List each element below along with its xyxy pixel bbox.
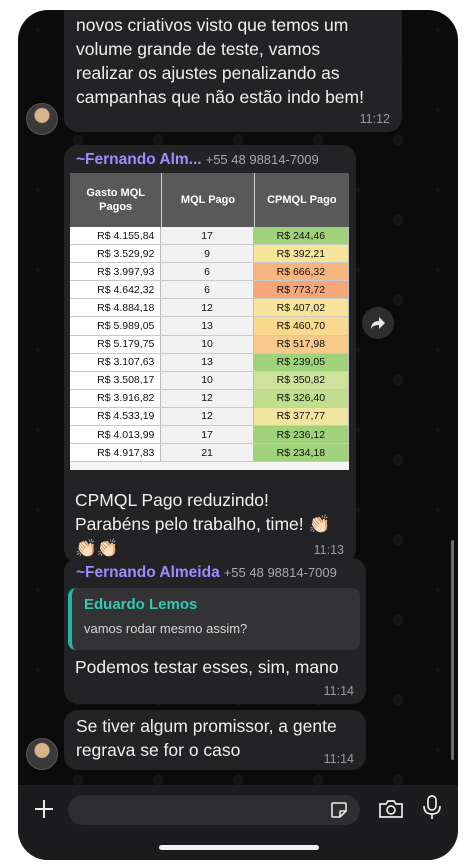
message-line: realizar os ajustes penalizando as — [76, 63, 340, 83]
attach-button[interactable] — [32, 797, 56, 821]
table-cell: 17 — [161, 227, 254, 245]
table-row: R$ 5.989,05 13 R$ 460,70 — [70, 317, 349, 336]
mic-button[interactable] — [422, 795, 442, 821]
chat-screen: novos criativos visto que temos um volum… — [18, 10, 458, 860]
message-time: 11:14 — [323, 752, 354, 766]
quoted-sender: Eduardo Lemos — [84, 596, 198, 613]
table-row: R$ 3.997,93 6 R$ 666,32 — [70, 263, 349, 282]
table-cell: R$ 666,32 — [253, 263, 349, 281]
table-cell: 12 — [161, 407, 254, 426]
message-line: Se tiver algum promissor, a gente — [76, 716, 337, 736]
table-cell: 21 — [161, 444, 254, 462]
table-cell: R$ 3.107,63 — [70, 353, 162, 371]
sticker-button[interactable] — [330, 801, 348, 819]
table-cell: R$ 236,12 — [253, 426, 349, 444]
table-cell: R$ 517,98 — [253, 335, 349, 353]
table-cell: R$ 460,70 — [253, 317, 349, 335]
table-cell: R$ 326,40 — [253, 389, 349, 407]
table-cell: R$ 3.529,92 — [70, 245, 162, 263]
table-cell: 17 — [161, 426, 254, 444]
table-row: R$ 4.884,18 12 R$ 407,02 — [70, 299, 349, 318]
table-row: R$ 3.107,63 13 R$ 239,05 — [70, 353, 349, 372]
table-cell: 9 — [161, 245, 254, 263]
microphone-icon — [423, 795, 441, 819]
table-cell: R$ 3.508,17 — [70, 371, 162, 389]
scrollbar[interactable] — [451, 540, 454, 760]
table-row: R$ 4.533,19 12 R$ 377,77 — [70, 407, 349, 427]
table-cell: R$ 5.179,75 — [70, 335, 162, 353]
message-time: 11:13 — [313, 543, 344, 557]
table-row: R$ 4.642,32 6 R$ 773,72 — [70, 281, 349, 300]
sender-phone: +55 48 98814-7009 — [205, 152, 319, 167]
message-line: campanhas que não estão indo bem! — [76, 87, 364, 107]
table-cell: 13 — [161, 317, 254, 335]
column-header: MQL Pago — [162, 173, 255, 227]
table-cell: R$ 392,21 — [253, 245, 349, 263]
sender-phone: +55 48 98814-7009 — [223, 565, 337, 580]
table-header: Gasto MQL Pagos MQL Pago CPMQL Pago — [70, 173, 349, 227]
forward-icon — [371, 317, 385, 329]
table-cell: R$ 3.997,93 — [70, 263, 162, 281]
table-cell: R$ 4.533,19 — [70, 407, 162, 426]
column-header: CPMQL Pago — [267, 194, 337, 206]
quoted-message[interactable]: Eduardo Lemos vamos rodar mesmo assim? — [68, 588, 360, 650]
camera-button[interactable] — [378, 798, 404, 820]
table-cell: R$ 377,77 — [253, 407, 349, 426]
table-row: R$ 4.155,84 17 R$ 244,46 — [70, 227, 349, 246]
table-cell: 6 — [161, 263, 254, 281]
table-cell: 12 — [161, 299, 254, 317]
table-cell: 10 — [161, 335, 254, 353]
table-cell: R$ 4.884,18 — [70, 299, 162, 317]
caption-line: 👏🏻👏🏻 — [75, 538, 119, 558]
table-cell: 12 — [161, 389, 254, 407]
column-header: Gasto MQL Pagos — [70, 173, 163, 227]
table-cell: R$ 4.155,84 — [70, 227, 162, 245]
table-cell: R$ 244,46 — [253, 227, 349, 245]
message-line: novos criativos visto que temos um — [76, 15, 349, 35]
caption-line: Parabéns pelo trabalho, time! 👏🏻 — [75, 514, 331, 534]
table-body: R$ 4.155,84 17 R$ 244,46 R$ 3.529,92 9 R$ 392… — [70, 227, 349, 463]
forward-button[interactable] — [362, 307, 394, 339]
table-cell: 13 — [161, 353, 254, 371]
message-bubble-4[interactable]: Se tiver algum promissor, a gente regrav… — [64, 710, 366, 770]
table-cell: 6 — [161, 281, 254, 299]
avatar[interactable] — [26, 738, 58, 770]
plus-icon — [35, 800, 53, 818]
table-cell: R$ 4.013,99 — [70, 426, 162, 444]
quoted-text: vamos rodar mesmo assim? — [84, 621, 248, 636]
table-cell: R$ 773,72 — [253, 281, 349, 299]
table-row: R$ 3.529,92 9 R$ 392,21 — [70, 245, 349, 264]
table-image[interactable]: Gasto MQL Pagos MQL Pago CPMQL Pago R$ 4… — [70, 173, 349, 470]
message-time: 11:12 — [359, 112, 390, 126]
table-row: R$ 4.917,83 21 R$ 234,18 — [70, 444, 349, 463]
table-cell: R$ 3.916,82 — [70, 389, 162, 407]
table-cell: R$ 350,82 — [253, 371, 349, 389]
table-cell: R$ 234,18 — [253, 444, 349, 462]
compose-bar — [18, 785, 458, 860]
message-line: regrava se for o caso — [76, 740, 241, 760]
avatar[interactable] — [26, 103, 58, 135]
sender-name[interactable]: ~Fernando Alm... — [76, 151, 202, 168]
table-cell: 10 — [161, 371, 254, 389]
table-cell: R$ 239,05 — [253, 353, 349, 371]
table-cell: R$ 407,02 — [253, 299, 349, 317]
table-row: R$ 5.179,75 10 R$ 517,98 — [70, 335, 349, 354]
message-time: 11:14 — [323, 684, 354, 698]
sender-name[interactable]: ~Fernando Almeida — [76, 564, 220, 581]
home-indicator — [159, 845, 319, 850]
camera-icon — [379, 800, 403, 818]
table-cell: R$ 4.642,32 — [70, 281, 162, 299]
table-cell: R$ 4.917,83 — [70, 444, 162, 462]
message-bubble-1[interactable]: novos criativos visto que temos um volum… — [64, 10, 402, 132]
table-row: R$ 3.508,17 10 R$ 350,82 — [70, 371, 349, 390]
caption-line: CPMQL Pago reduzindo! — [75, 490, 269, 510]
message-line: volume grande de teste, vamos — [76, 39, 321, 59]
table-row: R$ 3.916,82 12 R$ 326,40 — [70, 389, 349, 408]
table-row: R$ 4.013,99 17 R$ 236,12 — [70, 426, 349, 445]
sticker-icon — [331, 802, 347, 818]
message-input[interactable] — [68, 795, 360, 825]
message-text: Podemos testar esses, sim, mano — [75, 657, 339, 677]
table-cell: R$ 5.989,05 — [70, 317, 162, 335]
